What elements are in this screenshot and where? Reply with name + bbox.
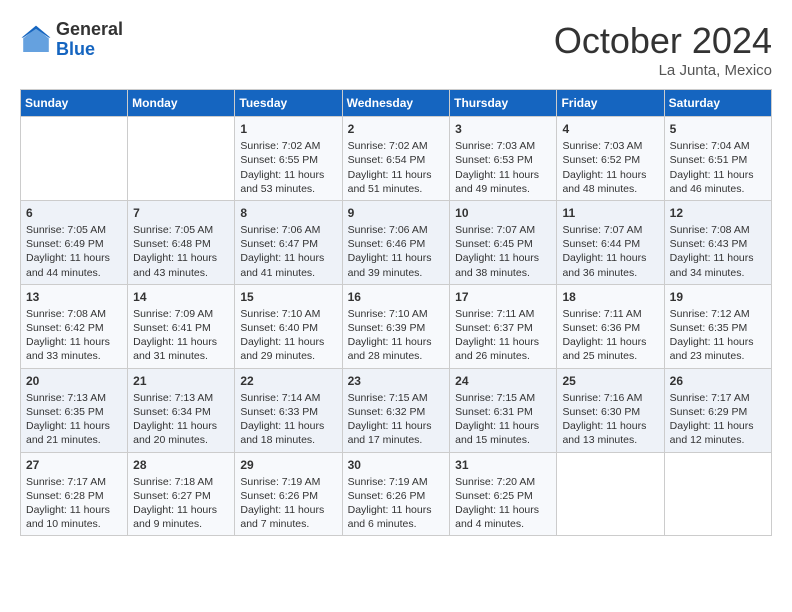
day-number: 15 [240, 289, 336, 305]
day-number: 8 [240, 205, 336, 221]
day-number: 31 [455, 457, 551, 473]
day-cell: 23Sunrise: 7:15 AMSunset: 6:32 PMDayligh… [342, 368, 450, 452]
header-cell-monday: Monday [128, 90, 235, 117]
day-number: 4 [562, 121, 658, 137]
day-cell: 12Sunrise: 7:08 AMSunset: 6:43 PMDayligh… [664, 200, 771, 284]
day-number: 5 [670, 121, 766, 137]
location: La Junta, Mexico [554, 62, 772, 79]
day-cell [557, 452, 664, 536]
day-number: 26 [670, 373, 766, 389]
day-cell: 29Sunrise: 7:19 AMSunset: 6:26 PMDayligh… [235, 452, 342, 536]
day-number: 30 [348, 457, 445, 473]
calendar-body: 1Sunrise: 7:02 AMSunset: 6:55 PMDaylight… [21, 117, 772, 536]
day-cell: 20Sunrise: 7:13 AMSunset: 6:35 PMDayligh… [21, 368, 128, 452]
day-number: 27 [26, 457, 122, 473]
day-number: 18 [562, 289, 658, 305]
day-number: 22 [240, 373, 336, 389]
day-cell: 21Sunrise: 7:13 AMSunset: 6:34 PMDayligh… [128, 368, 235, 452]
day-number: 17 [455, 289, 551, 305]
day-number: 13 [26, 289, 122, 305]
day-number: 2 [348, 121, 445, 137]
day-cell: 6Sunrise: 7:05 AMSunset: 6:49 PMDaylight… [21, 200, 128, 284]
day-number: 12 [670, 205, 766, 221]
day-cell: 15Sunrise: 7:10 AMSunset: 6:40 PMDayligh… [235, 284, 342, 368]
header-cell-wednesday: Wednesday [342, 90, 450, 117]
day-cell: 13Sunrise: 7:08 AMSunset: 6:42 PMDayligh… [21, 284, 128, 368]
day-cell: 9Sunrise: 7:06 AMSunset: 6:46 PMDaylight… [342, 200, 450, 284]
day-cell [128, 117, 235, 201]
day-cell: 31Sunrise: 7:20 AMSunset: 6:25 PMDayligh… [450, 452, 557, 536]
day-number: 16 [348, 289, 445, 305]
day-cell: 2Sunrise: 7:02 AMSunset: 6:54 PMDaylight… [342, 117, 450, 201]
day-number: 24 [455, 373, 551, 389]
day-cell: 16Sunrise: 7:10 AMSunset: 6:39 PMDayligh… [342, 284, 450, 368]
day-number: 28 [133, 457, 229, 473]
day-number: 10 [455, 205, 551, 221]
day-cell: 7Sunrise: 7:05 AMSunset: 6:48 PMDaylight… [128, 200, 235, 284]
day-number: 23 [348, 373, 445, 389]
header-cell-friday: Friday [557, 90, 664, 117]
day-number: 20 [26, 373, 122, 389]
day-number: 11 [562, 205, 658, 221]
day-number: 7 [133, 205, 229, 221]
day-number: 29 [240, 457, 336, 473]
logo-text: General Blue [56, 20, 123, 60]
day-cell: 22Sunrise: 7:14 AMSunset: 6:33 PMDayligh… [235, 368, 342, 452]
week-row-4: 20Sunrise: 7:13 AMSunset: 6:35 PMDayligh… [21, 368, 772, 452]
day-cell: 4Sunrise: 7:03 AMSunset: 6:52 PMDaylight… [557, 117, 664, 201]
day-cell: 5Sunrise: 7:04 AMSunset: 6:51 PMDaylight… [664, 117, 771, 201]
day-cell: 11Sunrise: 7:07 AMSunset: 6:44 PMDayligh… [557, 200, 664, 284]
day-cell: 30Sunrise: 7:19 AMSunset: 6:26 PMDayligh… [342, 452, 450, 536]
day-cell: 17Sunrise: 7:11 AMSunset: 6:37 PMDayligh… [450, 284, 557, 368]
day-cell [664, 452, 771, 536]
day-cell [21, 117, 128, 201]
day-number: 3 [455, 121, 551, 137]
day-cell: 14Sunrise: 7:09 AMSunset: 6:41 PMDayligh… [128, 284, 235, 368]
day-number: 14 [133, 289, 229, 305]
day-cell: 3Sunrise: 7:03 AMSunset: 6:53 PMDaylight… [450, 117, 557, 201]
calendar-table: SundayMondayTuesdayWednesdayThursdayFrid… [20, 89, 772, 536]
day-number: 21 [133, 373, 229, 389]
logo-icon [20, 24, 52, 56]
page-header: General Blue October 2024 La Junta, Mexi… [20, 20, 772, 79]
calendar-header: SundayMondayTuesdayWednesdayThursdayFrid… [21, 90, 772, 117]
week-row-2: 6Sunrise: 7:05 AMSunset: 6:49 PMDaylight… [21, 200, 772, 284]
header-cell-thursday: Thursday [450, 90, 557, 117]
day-cell: 19Sunrise: 7:12 AMSunset: 6:35 PMDayligh… [664, 284, 771, 368]
day-number: 1 [240, 121, 336, 137]
header-cell-sunday: Sunday [21, 90, 128, 117]
day-number: 25 [562, 373, 658, 389]
week-row-5: 27Sunrise: 7:17 AMSunset: 6:28 PMDayligh… [21, 452, 772, 536]
header-row: SundayMondayTuesdayWednesdayThursdayFrid… [21, 90, 772, 117]
week-row-3: 13Sunrise: 7:08 AMSunset: 6:42 PMDayligh… [21, 284, 772, 368]
day-cell: 24Sunrise: 7:15 AMSunset: 6:31 PMDayligh… [450, 368, 557, 452]
day-number: 19 [670, 289, 766, 305]
day-cell: 10Sunrise: 7:07 AMSunset: 6:45 PMDayligh… [450, 200, 557, 284]
day-cell: 18Sunrise: 7:11 AMSunset: 6:36 PMDayligh… [557, 284, 664, 368]
logo: General Blue [20, 20, 123, 60]
day-cell: 26Sunrise: 7:17 AMSunset: 6:29 PMDayligh… [664, 368, 771, 452]
month-title: October 2024 [554, 20, 772, 62]
week-row-1: 1Sunrise: 7:02 AMSunset: 6:55 PMDaylight… [21, 117, 772, 201]
day-cell: 27Sunrise: 7:17 AMSunset: 6:28 PMDayligh… [21, 452, 128, 536]
header-cell-saturday: Saturday [664, 90, 771, 117]
day-cell: 8Sunrise: 7:06 AMSunset: 6:47 PMDaylight… [235, 200, 342, 284]
day-number: 6 [26, 205, 122, 221]
day-number: 9 [348, 205, 445, 221]
day-cell: 28Sunrise: 7:18 AMSunset: 6:27 PMDayligh… [128, 452, 235, 536]
title-block: October 2024 La Junta, Mexico [554, 20, 772, 79]
day-cell: 25Sunrise: 7:16 AMSunset: 6:30 PMDayligh… [557, 368, 664, 452]
header-cell-tuesday: Tuesday [235, 90, 342, 117]
day-cell: 1Sunrise: 7:02 AMSunset: 6:55 PMDaylight… [235, 117, 342, 201]
